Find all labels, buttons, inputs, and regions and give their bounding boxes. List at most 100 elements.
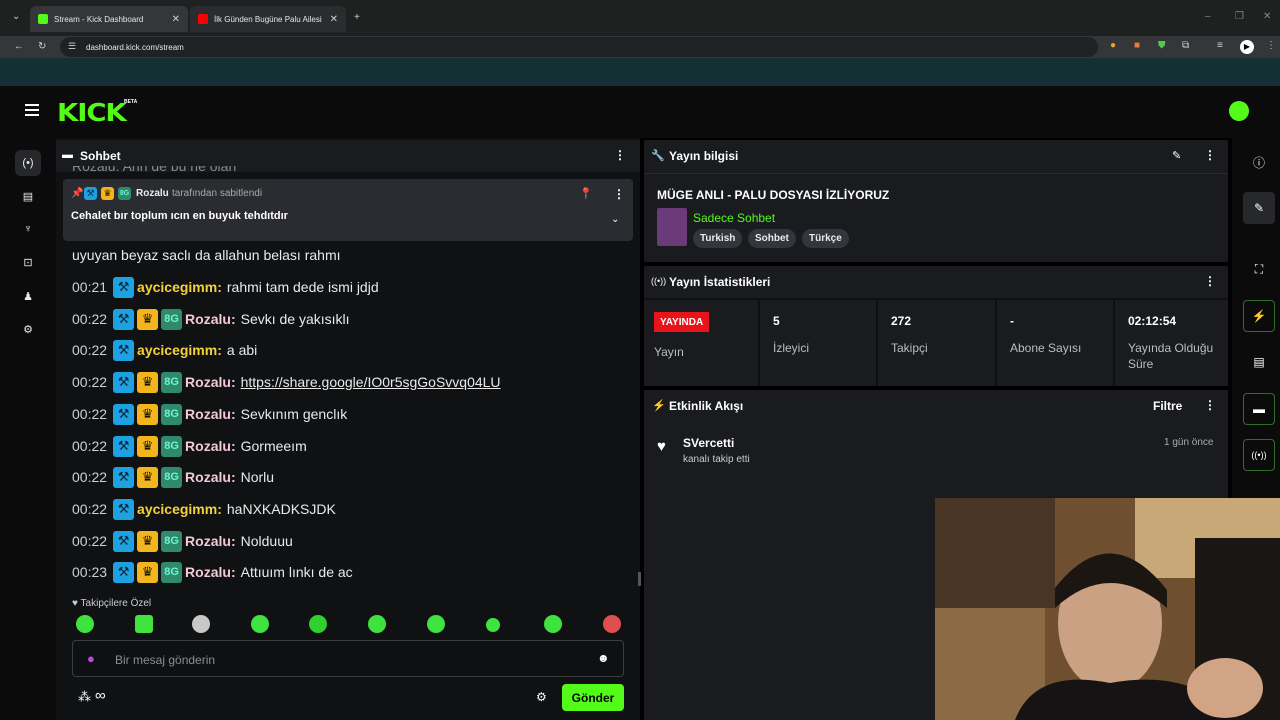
browser-menu-icon[interactable]: ⋮: [1266, 41, 1276, 51]
edit-pencil-icon[interactable]: ✎: [1172, 149, 1181, 162]
emote-icon[interactable]: [251, 615, 269, 633]
browser-tab-kick[interactable]: Stream - Kick Dashboard ✕: [30, 6, 188, 32]
pinned-more-icon[interactable]: ⋮: [613, 187, 625, 201]
chat-message[interactable]: 00:21 ⚒ aycicegimm: rahmi tam dede ismi jdj…: [72, 276, 379, 298]
uptime-label: Yayında Olduğu Süre: [1128, 341, 1214, 371]
tab-title: Stream - Kick Dashboard: [54, 14, 144, 24]
close-tab-icon[interactable]: ✕: [172, 14, 180, 25]
left-sidebar: (•) ▤ ♆ ⊡ ♟ ⚙: [0, 138, 56, 720]
trophy-icon[interactable]: ♆: [15, 216, 41, 242]
browser-tab-youtube[interactable]: İlk Günden Bugüne Palu Ailesi | ✕: [190, 6, 346, 32]
chat-message-input[interactable]: ● Bir mesaj gönderin ☻: [72, 640, 624, 677]
chat-message[interactable]: 00:22 ⚒ aycicegimm: haNXKADKSJDK: [72, 498, 336, 520]
chat-message[interactable]: 00:22 ⚒ ♛ 8G Rozalu: Gormeeım: [72, 435, 307, 457]
emote-icon[interactable]: [368, 615, 386, 633]
stream-category[interactable]: Sadece Sohbet: [693, 211, 775, 225]
site-info-icon[interactable]: ☰: [68, 42, 76, 51]
category-thumbnail[interactable]: [657, 208, 687, 246]
chat-message[interactable]: 00:22 ⚒ ♛ 8G Rozalu: Nolduuu: [72, 530, 293, 552]
message-username[interactable]: Rozalu: [185, 406, 231, 422]
user-avatar-icon[interactable]: [1229, 101, 1249, 121]
crown-badge-icon: ♛: [101, 187, 114, 200]
media-control-icon[interactable]: ≡: [1217, 41, 1223, 51]
stream-tag[interactable]: Sohbet: [748, 229, 796, 248]
message-text: haNXKADKSJDK: [226, 501, 336, 517]
analytics-icon[interactable]: ▤: [15, 183, 41, 209]
chat-icon[interactable]: ▬: [1243, 393, 1275, 425]
stream-tag[interactable]: Türkçe: [802, 229, 849, 248]
shield-extension-icon[interactable]: ⛊: [1158, 41, 1166, 51]
users-icon[interactable]: ♟: [15, 283, 41, 309]
message-timestamp: 00:23: [72, 564, 108, 580]
emote-icon[interactable]: [135, 615, 153, 633]
emote-icon[interactable]: [427, 615, 445, 633]
menu-icon[interactable]: [25, 104, 39, 119]
message-username[interactable]: Rozalu: [185, 564, 231, 580]
emote-icon[interactable]: [603, 615, 621, 633]
quick-actions-icon[interactable]: ⚡: [1243, 300, 1275, 332]
message-link[interactable]: https://share.google/IO0r5sgGoSvvq04LU: [241, 374, 501, 390]
chat-message[interactable]: 00:22 ⚒ ♛ 8G Rozalu: Sevkınım genclık: [72, 403, 347, 425]
emote-icon[interactable]: [544, 615, 562, 633]
chevron-down-icon[interactable]: ⌄: [611, 214, 619, 225]
chat-message[interactable]: 00:22 ⚒ ♛ 8G Rozalu: https://share.google/IO0…: [72, 371, 501, 393]
stream-tag[interactable]: Turkish: [693, 229, 743, 248]
unpin-icon[interactable]: 📍: [579, 187, 593, 200]
close-tab-icon[interactable]: ✕: [330, 14, 338, 25]
message-username[interactable]: Rozalu: [185, 469, 231, 485]
moderator-badge-icon: ⚒: [84, 187, 97, 200]
message-username[interactable]: Rozalu: [185, 533, 231, 549]
broadcast-icon[interactable]: ((•)): [1243, 439, 1275, 471]
filter-button[interactable]: Filtre: [1153, 399, 1182, 413]
edit-icon[interactable]: ✎: [1243, 192, 1275, 224]
emote-icon[interactable]: [486, 618, 500, 632]
emote-icon[interactable]: [76, 615, 94, 633]
chat-message[interactable]: 00:23 ⚒ ♛ 8G Rozalu: Attıuım lınkı de ac: [72, 561, 353, 583]
info-icon[interactable]: ⓘ: [1243, 146, 1275, 178]
stat-divider: [876, 300, 878, 386]
message-username[interactable]: Rozalu: [185, 438, 231, 454]
notes-icon[interactable]: ▤: [1243, 346, 1275, 378]
tab-search-icon[interactable]: ⌄: [12, 12, 20, 22]
chat-settings-icon[interactable]: ⚙: [536, 690, 547, 704]
wrench-icon: 🔧: [651, 150, 665, 162]
new-tab-icon[interactable]: +: [354, 13, 360, 23]
chat-scrollbar[interactable]: [638, 572, 641, 586]
chat-message[interactable]: 00:22 ⚒ ♛ 8G Rozalu: Norlu: [72, 466, 274, 488]
og-badge-icon: 8G: [161, 371, 183, 393]
message-username[interactable]: aycicegimm: [137, 279, 217, 295]
extensions-puzzle-icon[interactable]: ⧉: [1182, 41, 1189, 51]
community-icon[interactable]: ⊡: [15, 249, 41, 275]
chat-message[interactable]: 00:22 ⚒ ♛ 8G Rozalu: Sevkı de yakısıklı: [72, 308, 350, 330]
message-username[interactable]: aycicegimm: [137, 501, 217, 517]
profile-icon[interactable]: ▶: [1240, 40, 1254, 54]
emoji-picker-icon[interactable]: ☻: [597, 651, 610, 665]
extension-icon[interactable]: ■: [1134, 41, 1140, 51]
activity-more-icon[interactable]: ⋮: [1204, 398, 1216, 412]
chat-message[interactable]: 00:22 ⚒ aycicegimm: a abi: [72, 339, 257, 361]
reload-icon[interactable]: ↻: [38, 42, 46, 52]
message-username[interactable]: Rozalu: [185, 374, 231, 390]
kick-logo[interactable]: KICK: [57, 98, 127, 127]
kick-points-icon[interactable]: ⁂: [78, 689, 91, 705]
activity-user[interactable]: SVercetti: [683, 436, 734, 450]
message-timestamp: 00:22: [72, 438, 108, 454]
fullscreen-icon[interactable]: ⛶: [1243, 253, 1275, 285]
emote-icon[interactable]: [309, 615, 327, 633]
stats-more-icon[interactable]: ⋮: [1204, 274, 1216, 288]
microphone-icon[interactable]: ●: [87, 651, 95, 666]
url-field[interactable]: ☰ dashboard.kick.com/stream: [60, 37, 1098, 57]
message-username[interactable]: aycicegimm: [137, 342, 217, 358]
close-window-icon[interactable]: ✕: [1263, 12, 1271, 22]
emote-icon[interactable]: [192, 615, 210, 633]
minimize-icon[interactable]: –: [1205, 12, 1211, 22]
settings-gear-icon[interactable]: ⚙: [15, 316, 41, 342]
stream-info-more-icon[interactable]: ⋮: [1204, 148, 1216, 162]
extension-icon[interactable]: ●: [1110, 41, 1116, 51]
message-username[interactable]: Rozalu: [185, 311, 231, 327]
chat-more-icon[interactable]: ⋮: [614, 148, 626, 162]
back-icon[interactable]: ←: [14, 42, 24, 52]
restore-icon[interactable]: ❐: [1235, 12, 1244, 22]
send-button[interactable]: Gönder: [562, 684, 624, 711]
stream-live-icon[interactable]: (•): [15, 150, 41, 176]
